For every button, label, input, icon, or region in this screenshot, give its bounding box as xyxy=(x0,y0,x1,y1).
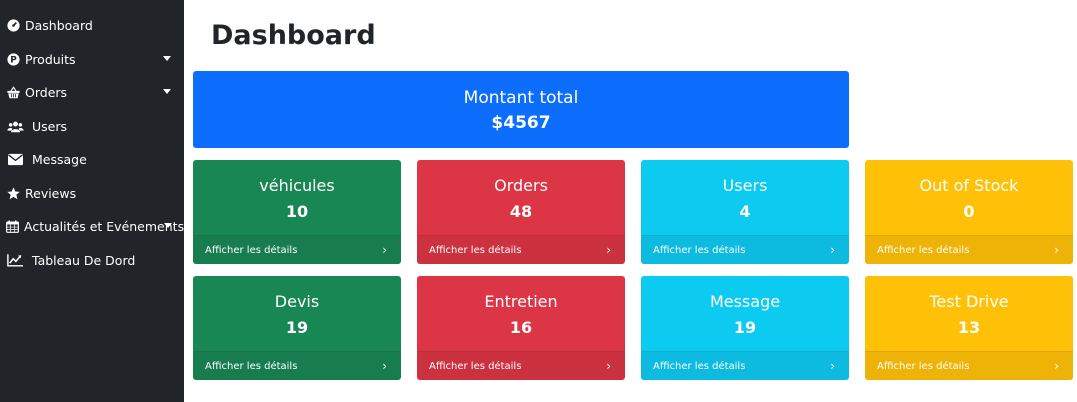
card-details-link[interactable]: Afficher les détails › xyxy=(193,235,401,264)
card-value: 0 xyxy=(963,202,975,221)
stat-card-out-of-stock: Out of Stock 0 Afficher les détails › xyxy=(865,160,1073,264)
sidebar-item-label: Tableau De Dord xyxy=(32,252,136,268)
card-details-link[interactable]: Afficher les détails › xyxy=(641,351,849,380)
card-details-link[interactable]: Afficher les détails › xyxy=(417,351,625,380)
chevron-right-icon: › xyxy=(382,359,387,373)
stat-card-devis: Devis 19 Afficher les détails › xyxy=(193,276,401,380)
parking-icon: P xyxy=(6,52,20,66)
stat-card-message: Message 19 Afficher les détails › xyxy=(641,276,849,380)
card-details-label: Afficher les détails xyxy=(429,360,522,372)
chevron-right-icon: › xyxy=(830,243,835,257)
stat-card-users: Users 4 Afficher les détails › xyxy=(641,160,849,264)
card-details-link[interactable]: Afficher les détails › xyxy=(865,351,1073,380)
sidebar-item-orders[interactable]: Orders xyxy=(0,77,184,107)
stat-card-test-drive: Test Drive 13 Afficher les détails › xyxy=(865,276,1073,380)
card-value: 19 xyxy=(285,318,309,337)
sidebar-item-reviews[interactable]: Reviews xyxy=(0,178,184,208)
shopping-basket-icon xyxy=(6,85,20,99)
page-title: Dashboard xyxy=(211,20,376,51)
stat-card-entretien: Entretien 16 Afficher les détails › xyxy=(417,276,625,380)
card-details-label: Afficher les détails xyxy=(205,360,298,372)
total-amount-banner: Montant total $4567 xyxy=(193,71,849,148)
sidebar-item-label: Orders xyxy=(25,84,68,100)
chevron-right-icon: › xyxy=(1054,243,1059,257)
tachometer-icon xyxy=(6,18,20,32)
sidebar-item-label: Reviews xyxy=(25,185,77,201)
card-details-link[interactable]: Afficher les détails › xyxy=(417,235,625,264)
card-details-link[interactable]: Afficher les détails › xyxy=(193,351,401,380)
card-title: Entretien xyxy=(484,292,558,311)
svg-text:P: P xyxy=(10,55,17,65)
card-details-label: Afficher les détails xyxy=(653,244,746,256)
sidebar-item-dashboard[interactable]: Dashboard xyxy=(0,10,184,40)
sidebar-item-actualites[interactable]: Actualités et Evénements xyxy=(0,211,184,241)
card-details-label: Afficher les détails xyxy=(653,360,746,372)
sidebar-item-message[interactable]: Message xyxy=(0,144,184,174)
card-details-link[interactable]: Afficher les détails › xyxy=(865,235,1073,264)
sidebar-item-label: Dashboard xyxy=(25,17,93,33)
sidebar-item-label: Actualités et Evénements xyxy=(24,218,185,234)
sidebar: Dashboard P Produits Orders Users Messag… xyxy=(0,0,184,402)
chevron-right-icon: › xyxy=(1054,359,1059,373)
chevron-down-icon xyxy=(163,89,171,94)
card-value: 19 xyxy=(733,318,757,337)
users-icon xyxy=(6,119,24,133)
sidebar-item-produits[interactable]: P Produits xyxy=(0,44,184,74)
card-value: 16 xyxy=(509,318,533,337)
card-details-label: Afficher les détails xyxy=(205,244,298,256)
total-amount-label: Montant total xyxy=(463,88,579,108)
sidebar-item-label: Users xyxy=(32,118,68,134)
stat-card-orders: Orders 48 Afficher les détails › xyxy=(417,160,625,264)
sidebar-item-tableau-de-dord[interactable]: Tableau De Dord xyxy=(0,245,184,275)
chevron-down-icon xyxy=(163,56,171,61)
card-title: Test Drive xyxy=(929,292,1009,311)
sidebar-item-label: Message xyxy=(32,151,87,167)
card-details-label: Afficher les détails xyxy=(877,360,970,372)
card-title: Out of Stock xyxy=(919,176,1019,195)
chevron-right-icon: › xyxy=(830,359,835,373)
card-title: Message xyxy=(709,292,781,311)
chevron-right-icon: › xyxy=(606,243,611,257)
chevron-down-icon xyxy=(164,223,172,228)
sidebar-item-label: Produits xyxy=(25,51,76,67)
card-title: Orders xyxy=(494,176,548,195)
envelope-icon xyxy=(6,152,24,166)
card-value: 10 xyxy=(285,202,309,221)
card-title: Devis xyxy=(274,292,320,311)
sidebar-item-users[interactable]: Users xyxy=(0,111,184,141)
total-amount-value: $4567 xyxy=(491,113,551,133)
chevron-right-icon: › xyxy=(382,243,387,257)
card-title: Users xyxy=(722,176,768,195)
chart-line-icon xyxy=(6,253,24,267)
card-details-label: Afficher les détails xyxy=(429,244,522,256)
card-title: véhicules xyxy=(259,176,335,195)
card-details-label: Afficher les détails xyxy=(877,244,970,256)
calendar-icon xyxy=(6,219,19,233)
star-icon xyxy=(6,186,20,200)
card-value: 48 xyxy=(509,202,533,221)
card-value: 4 xyxy=(739,202,751,221)
stat-card-vehicules: véhicules 10 Afficher les détails › xyxy=(193,160,401,264)
chevron-right-icon: › xyxy=(606,359,611,373)
card-value: 13 xyxy=(957,318,981,337)
app-root: Dashboard P Produits Orders Users Messag… xyxy=(0,0,1077,402)
card-details-link[interactable]: Afficher les détails › xyxy=(641,235,849,264)
